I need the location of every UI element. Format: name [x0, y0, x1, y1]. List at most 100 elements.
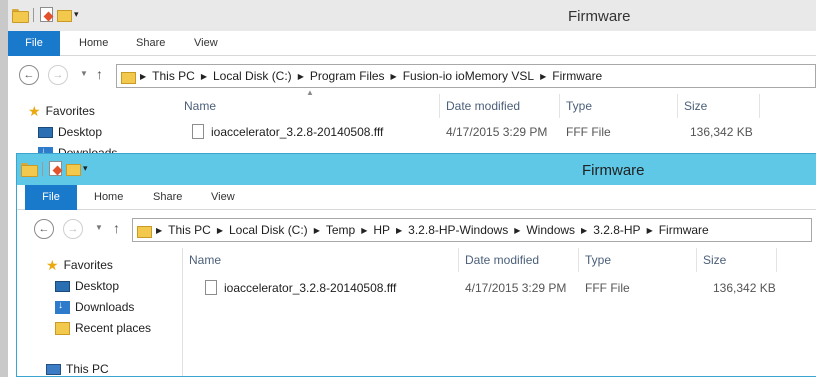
forward-icon: → — [67, 223, 79, 235]
column-header-name[interactable]: Name — [183, 248, 459, 272]
nav-label: Favorites — [63, 258, 113, 272]
nav-label: Recent places — [75, 321, 152, 335]
folder-icon — [121, 70, 136, 84]
downloads-icon — [55, 300, 70, 314]
file-type: FFF File — [585, 281, 630, 295]
tab-file[interactable]: File — [25, 185, 77, 210]
up-icon[interactable]: ↑ — [113, 220, 120, 236]
forward-icon: → — [52, 69, 64, 81]
chevron-right-icon[interactable]: ▶ — [581, 226, 587, 235]
chevron-right-icon[interactable]: ▶ — [201, 72, 207, 81]
tab-share[interactable]: Share — [136, 31, 165, 56]
chevron-right-icon[interactable]: ▶ — [314, 226, 320, 235]
nav-item-favorites[interactable]: ★ Favorites — [46, 258, 113, 272]
chevron-right-icon[interactable]: ▶ — [298, 72, 304, 81]
chevron-right-icon[interactable]: ▶ — [396, 226, 402, 235]
nav-item-favorites[interactable]: ★ Favorites — [28, 104, 95, 118]
nav-item-recent-places[interactable]: Recent places — [55, 321, 151, 335]
up-icon[interactable]: ↑ — [96, 66, 103, 82]
folder-icon — [137, 224, 152, 238]
forward-button[interactable]: → — [63, 219, 83, 239]
breadcrumb-local-disk[interactable]: Local Disk (C:) — [229, 223, 308, 237]
breadcrumb-program-files[interactable]: Program Files — [310, 69, 385, 83]
folder-icon[interactable] — [21, 162, 38, 177]
column-header-date-modified[interactable]: Date modified — [459, 248, 579, 272]
explorer-window-front[interactable]: ▾ Firmware File Home Share View ← → ▼ ↑ … — [16, 153, 816, 377]
back-button[interactable]: ← — [19, 65, 39, 85]
address-bar[interactable]: ▶ This PC ▶ Local Disk (C:) ▶ Program Fi… — [116, 64, 816, 88]
breadcrumb-hp[interactable]: HP — [373, 223, 390, 237]
desktop-icon — [55, 280, 70, 292]
quick-access-toolbar: ▾ — [12, 7, 79, 23]
chevron-right-icon[interactable]: ▶ — [156, 226, 162, 235]
breadcrumb-windows[interactable]: Windows — [526, 223, 575, 237]
column-header-type[interactable]: Type — [560, 94, 678, 118]
file-icon — [205, 280, 217, 295]
back-button[interactable]: ← — [34, 219, 54, 239]
file-name: ioaccelerator_3.2.8-20140508.fff — [224, 281, 397, 295]
column-header-type[interactable]: Type — [579, 248, 697, 272]
column-header-size[interactable]: Size — [678, 94, 760, 118]
nav-label: Desktop — [75, 279, 120, 293]
tab-view[interactable]: View — [211, 185, 235, 210]
chevron-right-icon[interactable]: ▶ — [217, 226, 223, 235]
chevron-right-icon[interactable]: ▶ — [140, 72, 146, 81]
window-title: Firmware — [568, 8, 631, 25]
window-title: Firmware — [582, 162, 645, 179]
chevron-right-icon[interactable]: ▶ — [361, 226, 367, 235]
tab-share[interactable]: Share — [153, 185, 182, 210]
tab-home[interactable]: Home — [94, 185, 123, 210]
tab-home[interactable]: Home — [79, 31, 108, 56]
properties-icon[interactable] — [40, 7, 53, 22]
breadcrumb-this-pc[interactable]: This PC — [168, 223, 211, 237]
file-size: 136,342 KB — [690, 125, 753, 139]
breadcrumb-3-2-8-hp[interactable]: 3.2.8-HP — [593, 223, 640, 237]
breadcrumb-3-2-8-hp-windows[interactable]: 3.2.8-HP-Windows — [408, 223, 508, 237]
tab-view[interactable]: View — [194, 31, 218, 56]
nav-item-desktop[interactable]: Desktop — [55, 279, 119, 293]
star-icon: ★ — [28, 103, 41, 119]
file-date: 4/17/2015 3:29 PM — [465, 281, 567, 295]
breadcrumb-temp[interactable]: Temp — [326, 223, 355, 237]
new-folder-icon[interactable] — [66, 162, 81, 176]
nav-label: Downloads — [75, 300, 135, 314]
new-folder-icon[interactable] — [57, 8, 72, 22]
chevron-right-icon[interactable]: ▶ — [647, 226, 653, 235]
chevron-right-icon[interactable]: ▶ — [540, 72, 546, 81]
recent-locations-icon[interactable]: ▼ — [95, 223, 103, 232]
breadcrumb-firmware[interactable]: Firmware — [552, 69, 602, 83]
star-icon: ★ — [46, 257, 59, 273]
table-row[interactable]: ioaccelerator_3.2.8-20140508.fff 4/17/20… — [178, 122, 778, 142]
nav-item-this-pc[interactable]: This PC — [46, 362, 109, 376]
title-bar[interactable]: ▾ Firmware — [8, 0, 816, 31]
title-bar[interactable]: ▾ Firmware — [17, 154, 816, 185]
table-row[interactable]: ioaccelerator_3.2.8-20140508.fff 4/17/20… — [183, 278, 795, 298]
chevron-right-icon[interactable]: ▶ — [514, 226, 520, 235]
address-bar[interactable]: ▶ This PC ▶ Local Disk (C:) ▶ Temp ▶ HP … — [132, 218, 812, 242]
navigation-pane: ★ Favorites Desktop Downloads Recent pla… — [17, 248, 183, 376]
breadcrumb-fusion-io[interactable]: Fusion-io ioMemory VSL — [403, 69, 534, 83]
nav-item-downloads[interactable]: Downloads — [55, 300, 134, 314]
file-size: 136,342 KB — [713, 281, 776, 295]
content-area: ★ Favorites Desktop Downloads Recent pla… — [17, 248, 816, 376]
nav-label: Favorites — [45, 104, 95, 118]
breadcrumb-firmware[interactable]: Firmware — [659, 223, 709, 237]
column-header-name[interactable]: Name — [178, 94, 440, 118]
breadcrumb-local-disk[interactable]: Local Disk (C:) — [213, 69, 292, 83]
forward-button[interactable]: → — [48, 65, 68, 85]
column-header-size[interactable]: Size — [697, 248, 777, 272]
customize-toolbar-icon[interactable]: ▾ — [83, 164, 88, 173]
column-header-date-modified[interactable]: Date modified — [440, 94, 560, 118]
customize-toolbar-icon[interactable]: ▾ — [74, 10, 79, 19]
recent-locations-icon[interactable]: ▼ — [80, 69, 88, 78]
breadcrumb-this-pc[interactable]: This PC — [152, 69, 195, 83]
chevron-right-icon[interactable]: ▶ — [391, 72, 397, 81]
desktop-icon — [38, 126, 53, 138]
file-list: Name Date modified Type Size ioaccelerat… — [183, 248, 816, 376]
tab-file[interactable]: File — [8, 31, 60, 56]
properties-icon[interactable] — [49, 161, 62, 176]
folder-icon[interactable] — [12, 8, 29, 23]
back-icon: ← — [23, 69, 35, 81]
recent-places-icon — [55, 321, 70, 335]
nav-item-desktop[interactable]: Desktop — [38, 125, 102, 139]
